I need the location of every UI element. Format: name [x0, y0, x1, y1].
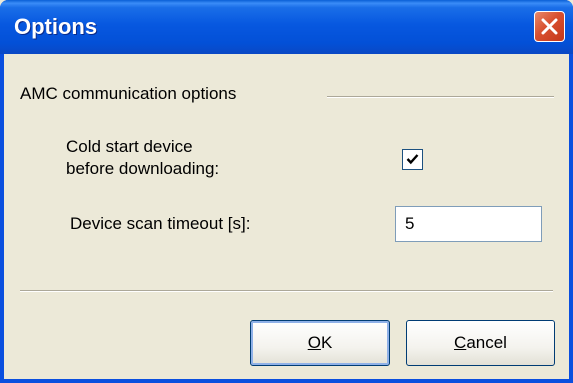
ok-button-mnemonic: O — [307, 333, 321, 352]
cancel-button-label-rest: ancel — [466, 333, 507, 352]
ok-button-label-rest: K — [320, 333, 333, 352]
cold-start-label-line1: Cold start device — [66, 137, 193, 156]
scan-timeout-label: Device scan timeout [s]: — [70, 214, 251, 233]
group-divider — [327, 96, 554, 98]
cold-start-checkbox[interactable] — [402, 149, 423, 170]
title-bar[interactable]: Options — [0, 0, 573, 54]
close-icon — [541, 18, 558, 35]
group-label: AMC communication options — [20, 84, 237, 103]
close-button[interactable] — [534, 11, 565, 42]
cancel-button[interactable]: Cancel — [406, 320, 555, 366]
cancel-button-mnemonic: C — [454, 333, 467, 352]
cold-start-label: Cold start device before downloading: — [66, 136, 219, 180]
bottom-divider — [20, 290, 553, 292]
options-dialog: Options AMC communication options Cold s… — [0, 0, 573, 383]
window-title: Options — [14, 14, 98, 39]
scan-timeout-input[interactable] — [395, 206, 542, 242]
dialog-content: AMC communication options Cold start dev… — [4, 54, 569, 379]
ok-button[interactable]: OK — [250, 320, 390, 366]
cold-start-label-line2: before downloading: — [66, 159, 220, 178]
checkmark-icon — [406, 154, 419, 165]
